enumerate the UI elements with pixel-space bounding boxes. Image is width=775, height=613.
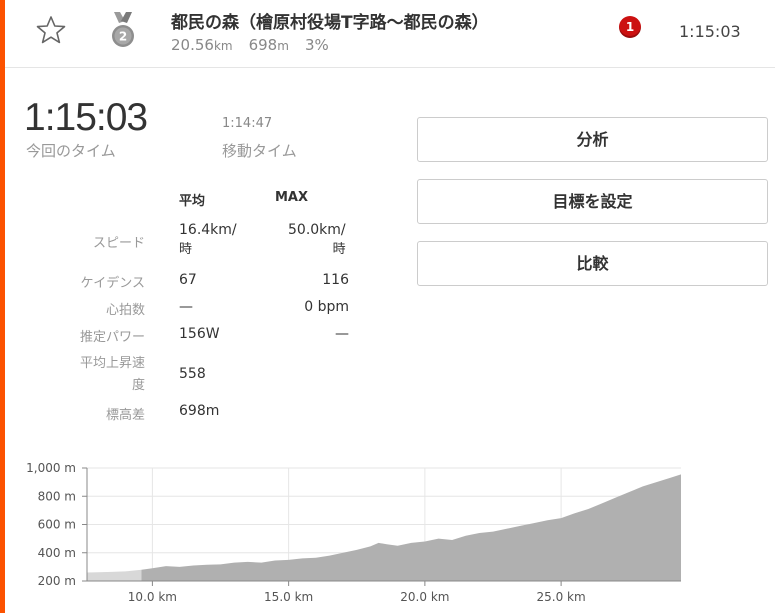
y-tick-label: 800 m: [38, 489, 76, 503]
speed-max: 50.0km/ 時: [288, 220, 346, 260]
elevation-gain-label: 標高差: [105, 408, 145, 423]
moving-time-label: 移動タイム: [222, 142, 297, 160]
cadence-avg: 67: [179, 272, 197, 288]
vam-avg: 558: [179, 366, 206, 382]
elevation-unit: m: [277, 39, 289, 53]
vam-label-line2: 度: [131, 378, 145, 393]
heart-rate-avg: —: [179, 299, 193, 315]
elapsed-time-label: 今回のタイム: [26, 142, 116, 160]
segment-stats: 20.56km 698m 3%: [171, 36, 329, 54]
analyze-button[interactable]: 分析: [417, 117, 768, 162]
moving-time: 1:14:47: [222, 116, 273, 131]
heart-rate-label: 心拍数: [105, 303, 145, 318]
x-tick-label: 25.0 km: [537, 590, 586, 604]
notification-badge[interactable]: 1: [619, 16, 641, 38]
star-outline-icon[interactable]: [35, 14, 67, 46]
header-elapsed-time: 1:15:03: [679, 22, 741, 41]
distance-unit: km: [213, 39, 233, 53]
x-tick-label: 20.0 km: [400, 590, 449, 604]
speed-label: スピード: [92, 236, 145, 251]
y-tick-label: 600 m: [38, 518, 76, 532]
speed-avg-value: 16.4km/: [179, 222, 237, 238]
avg-column-header: 平均: [179, 194, 206, 209]
y-tick-label: 400 m: [38, 546, 76, 560]
elevation-area-unselected: [87, 569, 142, 581]
segment-title[interactable]: 都民の森（檜原村役場T字路〜都民の森）: [171, 8, 489, 33]
silver-medal-icon: 2: [112, 12, 134, 47]
grade-value: 3%: [304, 36, 329, 54]
vam-label: 平均上昇速 度: [80, 353, 145, 397]
x-tick-label: 10.0 km: [128, 590, 177, 604]
vam-label-line1: 平均上昇速: [79, 356, 145, 371]
elapsed-time: 1:15:03: [24, 96, 148, 139]
heart-rate-max: 0 bpm: [304, 299, 349, 315]
set-goal-button[interactable]: 目標を設定: [417, 179, 768, 224]
elevation-gain-avg: 698m: [179, 403, 220, 419]
speed-avg-unit: 時: [179, 242, 193, 257]
elevation-value: 698: [248, 36, 278, 54]
speed-max-unit: 時: [332, 242, 346, 257]
cadence-label: ケイデンス: [80, 276, 145, 291]
segment-header: 2 都民の森（檜原村役場T字路〜都民の森） 20.56km 698m 3% 1 1:…: [5, 0, 775, 68]
max-column-header: MAX: [275, 190, 309, 205]
x-tick-label: 15.0 km: [264, 590, 313, 604]
speed-avg: 16.4km/ 時: [179, 220, 237, 260]
elevation-chart: 1,000 m 800 m 600 m 400 m 200 m 10.0 km 15.0 k…: [26, 461, 681, 604]
power-max: —: [335, 326, 349, 342]
elevation-area-selected: [141, 474, 681, 581]
medal-rank: 2: [119, 30, 127, 44]
cadence-max: 116: [322, 272, 349, 288]
compare-button[interactable]: 比較: [417, 241, 768, 286]
distance-value: 20.56: [171, 36, 214, 54]
speed-max-value: 50.0km/: [288, 222, 346, 238]
y-tick-label: 1,000 m: [26, 461, 76, 475]
y-tick-label: 200 m: [38, 574, 76, 588]
power-label: 推定パワー: [79, 330, 145, 345]
power-avg: 156W: [179, 326, 220, 342]
